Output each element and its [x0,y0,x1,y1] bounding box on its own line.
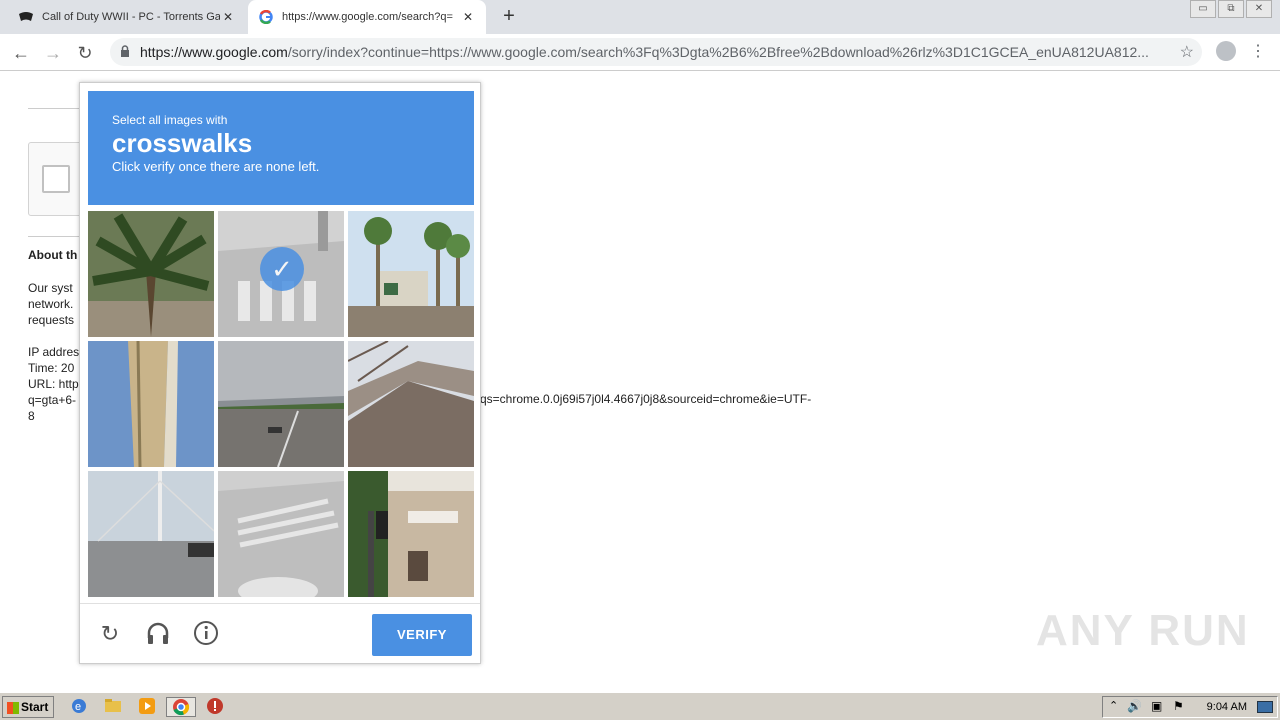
query-line: q=gta+6- [28,393,77,407]
browser-toolbar: ← → ↻ https://www.google.com/sorry/index… [0,34,1280,71]
google-favicon-icon [258,9,274,25]
tab-close-icon[interactable]: ✕ [220,10,236,24]
query-line-end: 8 [28,409,35,423]
recaptcha-challenge-popup: Select all images with crosswalks Click … [79,82,481,664]
network-icon[interactable]: ▣ [1151,699,1162,713]
challenge-subtext: Click verify once there are none left. [112,159,320,174]
svg-text:e: e [75,701,81,713]
info-icon[interactable] [192,620,220,648]
challenge-footer: ↻ VERIFY [80,603,480,663]
stop-icon[interactable] [200,697,230,717]
bookmark-star-icon[interactable]: ☆ [1180,42,1194,62]
address-bar[interactable]: https://www.google.com/sorry/index?conti… [110,38,1202,66]
folder-icon[interactable] [98,697,128,717]
flag-icon[interactable]: ⚑ [1173,699,1184,713]
tray-expand-icon[interactable]: ⌃ [1109,699,1118,712]
reload-icon[interactable]: ↻ [96,620,124,648]
minimize-button[interactable]: ▭ [1190,0,1216,18]
forward-button[interactable]: → [42,42,64,64]
tab-title: Call of Duty WWII - PC - Torrents Ga [42,11,220,23]
image-grid: ✓ [88,211,474,597]
tab-google-search[interactable]: https://www.google.com/search?q= ✕ [248,0,486,34]
media-player-icon[interactable] [132,697,162,717]
image-tile[interactable] [88,471,214,597]
headphones-icon[interactable] [144,620,172,648]
url-tail-text: qs=chrome.0.0j69i57j0l4.4667j0j8&sourcei… [480,392,812,406]
ie-icon[interactable]: e [64,697,94,717]
maximize-button[interactable]: ⧉ [1218,0,1244,18]
url-host: https://www.google.com [140,44,288,60]
lock-icon [110,44,140,60]
about-heading: About th [28,248,78,262]
tab-bar: Call of Duty WWII - PC - Torrents Ga ✕ h… [0,0,1280,34]
reload-button[interactable]: ↻ [74,42,96,64]
start-label: Start [21,700,49,714]
paragraph-line: Our syst [28,281,73,295]
url-line: URL: http [28,377,79,391]
image-tile-selected[interactable]: ✓ [218,211,344,337]
chrome-taskbar-icon[interactable] [166,697,196,717]
close-window-button[interactable]: ✕ [1246,0,1272,18]
clock: 9:04 AM [1206,701,1247,713]
windows-logo-icon [7,702,19,714]
image-tile[interactable] [88,341,214,467]
url-path: /sorry/index?continue=https://www.google… [287,44,1149,60]
challenge-banner: Select all images with crosswalks Click … [88,91,474,205]
show-desktop-icon[interactable] [1257,701,1273,713]
url-text: https://www.google.com/sorry/index?conti… [140,44,1160,60]
tab-close-icon[interactable]: ✕ [460,10,476,24]
start-button[interactable]: Start [2,696,54,718]
challenge-instruction: Select all images with [112,113,228,127]
recaptcha-checkbox[interactable] [42,165,70,193]
windows-taskbar: Start e ⌃ 🔊 ▣ ⚑ 9:04 AM [0,692,1280,720]
back-button[interactable]: ← [10,42,32,64]
tab-call-of-duty[interactable]: Call of Duty WWII - PC - Torrents Ga ✕ [8,0,246,34]
image-tile[interactable] [88,211,214,337]
system-tray: ⌃ 🔊 ▣ ⚑ 9:04 AM [1102,696,1278,718]
anyrun-watermark: ANY RUN [1036,606,1250,655]
browser-menu-icon[interactable]: ⋮ [1250,41,1266,61]
window-controls: ▭ ⧉ ✕ [1188,0,1272,18]
verify-button[interactable]: VERIFY [372,614,472,656]
profile-avatar[interactable] [1216,41,1236,61]
site-favicon-icon [18,9,34,25]
ip-line: IP addres [28,345,80,359]
paragraph-line: network. [28,297,74,311]
tab-title: https://www.google.com/search?q= [282,11,453,23]
paragraph-line: requests [28,313,75,327]
image-tile[interactable] [218,471,344,597]
image-tile[interactable] [348,341,474,467]
image-tile[interactable] [348,471,474,597]
selected-check-icon: ✓ [260,247,304,291]
image-tile[interactable] [348,211,474,337]
new-tab-button[interactable]: + [498,6,520,28]
volume-icon[interactable]: 🔊 [1127,699,1142,713]
image-tile[interactable] [218,341,344,467]
challenge-target: crosswalks [112,128,253,158]
time-line: Time: 20 [28,361,75,375]
